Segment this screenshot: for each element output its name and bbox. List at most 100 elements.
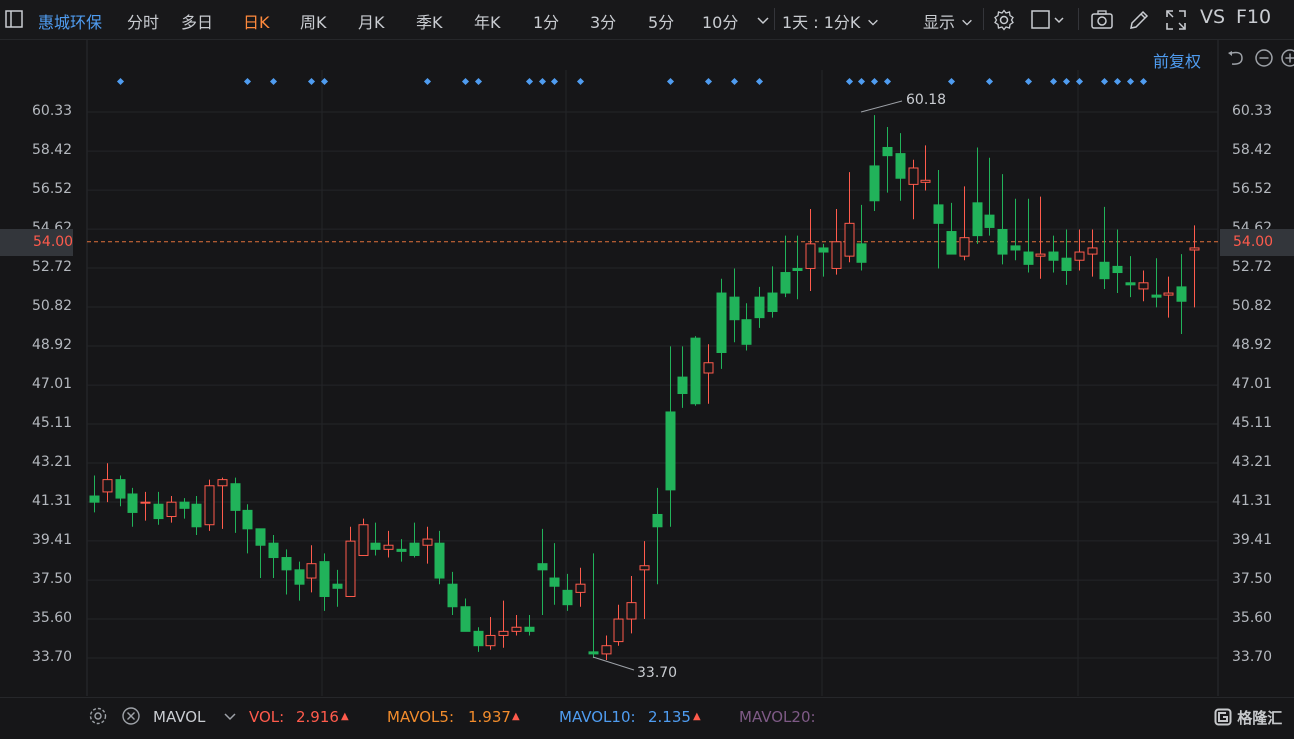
candle-body — [972, 202, 983, 237]
pencil-draw-icon[interactable] — [1127, 8, 1151, 32]
price-tick-left: 41.31 — [32, 492, 73, 509]
candle-body — [230, 483, 241, 511]
zoom-out-icon[interactable] — [1254, 48, 1274, 68]
chevron-down-icon — [962, 19, 972, 26]
candle-body — [844, 222, 855, 257]
up-arrow-icon: ▲ — [512, 711, 520, 722]
price-tick-left: 45.11 — [32, 415, 73, 432]
zoom-in-icon[interactable] — [1280, 48, 1294, 68]
candle-body — [652, 513, 663, 528]
event-marker — [1100, 77, 1109, 86]
tab-1min[interactable]: 1分 — [533, 9, 559, 33]
compare-vs-button[interactable]: VS — [1200, 6, 1225, 28]
interval-select-label: 1天 : 1分K — [782, 13, 861, 32]
interval-select[interactable]: 1天 : 1分K — [782, 9, 880, 33]
current-price-tag-right: 54.00 — [1220, 229, 1294, 256]
more-periods-chevron-icon[interactable] — [755, 12, 771, 28]
candle-body — [396, 548, 407, 552]
candle-body — [1074, 251, 1085, 261]
reset-icon[interactable] — [1226, 47, 1246, 67]
sidebar-toggle-icon[interactable] — [4, 9, 24, 29]
event-marker — [870, 77, 879, 86]
candle-body — [281, 557, 292, 571]
candle-body — [549, 577, 560, 587]
event-marker — [243, 77, 252, 86]
tab-5min[interactable]: 5分 — [648, 9, 674, 33]
indicator-settings-gear-icon[interactable] — [88, 706, 108, 726]
candle-body — [1010, 245, 1021, 251]
display-dropdown[interactable]: 显示 — [923, 9, 974, 33]
tab-multi-day[interactable]: 多日 — [181, 9, 213, 33]
event-marker — [845, 77, 854, 86]
candle-body — [792, 267, 803, 271]
top-toolbar: 惠城环保 分时 多日 日K 周K 月K 季K 年K 1分 3分 5分 10分 1… — [0, 0, 1294, 40]
candle-body — [741, 319, 752, 345]
candlestick-chart — [86, 40, 1219, 696]
tab-yearly-k[interactable]: 年K — [474, 9, 501, 33]
indicator-close-icon[interactable] — [121, 706, 141, 726]
candle-body — [140, 501, 151, 504]
event-marker — [461, 77, 470, 86]
price-tick-left: 60.33 — [32, 103, 73, 119]
candle-body — [473, 630, 484, 647]
tab-intraday[interactable]: 分时 — [127, 9, 159, 33]
camera-icon[interactable] — [1090, 8, 1114, 32]
price-tick-right: 60.33 — [1232, 103, 1273, 119]
price-tick-right: 43.21 — [1232, 454, 1273, 470]
candle-body — [422, 538, 433, 546]
fullscreen-icon[interactable] — [1164, 8, 1188, 32]
tab-monthly-k[interactable]: 月K — [358, 9, 385, 33]
vol-value: 2.916 — [296, 708, 339, 726]
candle-body — [588, 651, 599, 655]
candle-body — [805, 243, 816, 269]
candle-body — [767, 292, 778, 312]
tab-10min[interactable]: 10分 — [702, 9, 738, 33]
price-tick-left: 47.01 — [32, 376, 73, 393]
candle-body — [677, 376, 688, 395]
toolbar-divider — [1078, 8, 1079, 30]
candle-body — [511, 626, 522, 632]
mavol20-label: MAVOL20: — [739, 708, 816, 726]
indicator-name[interactable]: MAVOL — [153, 708, 205, 726]
candle-body — [115, 479, 126, 499]
candle-body — [1048, 251, 1059, 261]
candle-body — [1112, 265, 1123, 274]
f10-button[interactable]: F10 — [1236, 6, 1271, 28]
low-leader-line — [592, 656, 635, 671]
price-tick-left: 43.21 — [32, 454, 73, 470]
price-tick-left: 52.72 — [32, 259, 73, 276]
candle-body — [1138, 282, 1149, 290]
candle-body — [383, 544, 394, 550]
tab-quarterly-k[interactable]: 季K — [416, 9, 443, 33]
candle-body — [1099, 261, 1110, 280]
event-marker — [307, 77, 316, 86]
event-marker — [1062, 77, 1071, 86]
event-marker — [576, 77, 585, 86]
candle-body — [485, 634, 496, 647]
candle-body — [933, 204, 944, 224]
candle-body — [613, 618, 624, 643]
price-adjust-label[interactable]: 前复权 — [1153, 48, 1201, 72]
candle-body — [434, 542, 445, 579]
indicator-chevron-down-icon[interactable] — [222, 709, 238, 725]
settings-gear-icon[interactable] — [992, 8, 1016, 32]
candle-body — [780, 272, 791, 294]
price-tick-right: 52.72 — [1232, 259, 1273, 276]
candle-body — [1151, 294, 1162, 298]
mavol5-value: 1.937 — [468, 708, 511, 726]
price-tick-left: 56.52 — [32, 181, 73, 198]
event-marker — [1024, 77, 1033, 86]
stock-name[interactable]: 惠城环保 — [38, 9, 102, 33]
candle-body — [639, 565, 650, 571]
tab-3min[interactable]: 3分 — [590, 9, 616, 33]
high-price-annotation: 60.18 — [906, 92, 947, 108]
candle-body — [1061, 257, 1072, 271]
tab-daily-k[interactable]: 日K — [243, 9, 270, 33]
candle-body — [153, 503, 164, 520]
candle-body — [524, 626, 535, 632]
tab-weekly-k[interactable]: 周K — [300, 9, 327, 33]
event-marker — [538, 77, 547, 86]
layout-square-icon[interactable] — [1030, 8, 1064, 32]
candle-body — [204, 485, 215, 526]
price-tick-right: 48.92 — [1232, 336, 1273, 353]
